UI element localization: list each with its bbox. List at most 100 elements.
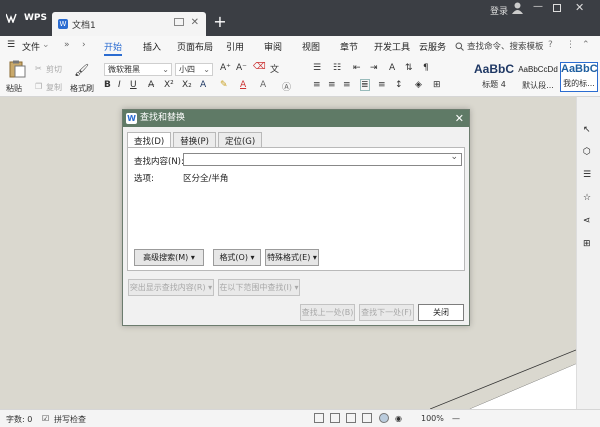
cut-icon[interactable]: ✂ [35, 64, 42, 73]
document-tab[interactable]: W 文档1 ✕ [52, 12, 206, 36]
tab-replace[interactable]: 替换(P) [173, 132, 216, 148]
maximize-button[interactable] [553, 4, 561, 12]
bold-icon[interactable]: B [104, 80, 111, 90]
monitor-icon[interactable] [174, 18, 184, 26]
cut-label[interactable]: 剪切 [46, 64, 62, 75]
close-window-button[interactable]: ✕ [575, 1, 584, 14]
more-options-icon[interactable]: ⋮ [566, 40, 575, 50]
menu-item-insert[interactable]: 插入 [143, 40, 161, 53]
copy-icon[interactable]: ❐ [35, 82, 42, 91]
minimize-button[interactable]: — [533, 1, 543, 12]
select-cursor-icon[interactable]: ↖ [583, 125, 594, 136]
web-view-icon[interactable] [379, 413, 389, 423]
menu-item-view[interactable]: 视图 [302, 40, 320, 53]
menu-item-page-layout[interactable]: 页面布局 [177, 40, 213, 53]
distribute-icon[interactable]: ≡ [378, 80, 386, 90]
text-effect-icon[interactable]: A [200, 80, 206, 90]
shapes-icon[interactable]: ⬡ [583, 147, 594, 158]
shrink-font-icon[interactable]: A⁻ [236, 63, 247, 73]
numbered-list-icon[interactable]: ☷ [333, 63, 341, 73]
menu-item-references[interactable]: 引用 [226, 40, 244, 53]
new-tab-button[interactable]: + [211, 14, 229, 32]
close-button[interactable]: 关闭 [418, 304, 464, 321]
wps-logo[interactable]: WPS [6, 13, 47, 23]
font-color-icon[interactable]: A [240, 80, 246, 90]
zoom-level[interactable]: 100% [421, 414, 444, 423]
outline-view-icon[interactable] [346, 413, 356, 423]
find-in-range-button[interactable]: 在以下范围中查找(I) ▾ [218, 279, 300, 296]
format-button[interactable]: 格式(O) ▾ [213, 249, 261, 266]
help-icon[interactable]: ? [548, 40, 553, 50]
fullscreen-icon[interactable] [314, 413, 324, 423]
menu-item-developer[interactable]: 开发工具 [374, 40, 410, 53]
sort-icon[interactable]: ⇅ [405, 63, 413, 73]
special-format-button[interactable]: 特殊格式(E) ▾ [265, 249, 319, 266]
grid-apps-icon[interactable]: ⊞ [583, 239, 594, 250]
format-painter-icon[interactable]: 🖌 [74, 63, 89, 77]
char-shading-icon[interactable]: A [260, 80, 266, 90]
user-avatar-icon[interactable] [512, 2, 523, 14]
char-border-icon[interactable]: Ⓐ [282, 80, 291, 93]
format-painter-label[interactable]: 格式刷 [70, 83, 94, 94]
style-heading4[interactable]: AaBbC 标题 4 [474, 62, 514, 92]
menu-item-cloud[interactable]: 云服务 [419, 40, 446, 53]
find-previous-button[interactable]: 查找上一处(B) [300, 304, 355, 321]
more-menu-button[interactable]: » [64, 40, 70, 50]
clear-format-icon[interactable]: ⌫ [253, 62, 266, 72]
paste-icon[interactable] [6, 60, 28, 78]
underline-icon[interactable]: U [130, 80, 137, 90]
highlight-icon[interactable]: ✎ [220, 80, 228, 90]
spell-check-icon[interactable]: ☑ [42, 414, 49, 423]
strikethrough-icon[interactable]: A̶ [148, 80, 154, 90]
menu-item-start[interactable]: 开始 [104, 40, 123, 56]
justify-icon[interactable]: ≣ [360, 79, 370, 91]
align-left-icon[interactable]: ≡ [313, 80, 321, 90]
find-history-dropdown-icon[interactable]: ⌄ [450, 152, 458, 162]
zoom-out-icon[interactable]: — [452, 414, 460, 423]
hamburger-menu-icon[interactable]: ☰ [7, 40, 15, 50]
subscript-icon[interactable]: X₂ [182, 80, 192, 90]
bullet-list-icon[interactable]: ☰ [313, 63, 321, 73]
spell-check-label[interactable]: 拼写检查 [54, 414, 86, 425]
login-link[interactable]: 登录 [490, 4, 508, 17]
tab-goto[interactable]: 定位(G) [217, 132, 263, 148]
line-spacing-icon[interactable]: ↕ [395, 80, 403, 90]
align-right-icon[interactable]: ≡ [343, 80, 351, 90]
font-name-select[interactable]: 微软雅黑 ⌄ [104, 63, 172, 76]
menu-item-review[interactable]: 审阅 [264, 40, 282, 53]
paste-label[interactable]: 粘贴 [6, 83, 22, 94]
advanced-search-button[interactable]: 高级搜索(M) ▾ [134, 249, 204, 266]
menu-chevron-icon[interactable]: › [82, 40, 86, 50]
borders-icon[interactable]: ⊞ [433, 80, 441, 90]
copy-label[interactable]: 复制 [46, 82, 62, 93]
find-next-button[interactable]: 查找下一处(F) [359, 304, 414, 321]
chinese-layout-icon[interactable]: A [389, 63, 395, 73]
find-input[interactable]: ⌄ [183, 152, 462, 166]
menu-file[interactable]: 文件 [22, 40, 40, 53]
show-marks-icon[interactable]: ¶ [423, 63, 429, 73]
settings-sliders-icon[interactable]: ☰ [583, 170, 594, 181]
read-view-icon[interactable] [362, 413, 372, 423]
collapse-ribbon-icon[interactable]: ⌃ [582, 40, 590, 50]
dialog-titlebar[interactable]: W 查找和替换 ✕ [123, 110, 469, 127]
page-view-icon[interactable] [330, 413, 340, 423]
dialog-close-icon[interactable]: ✕ [455, 110, 464, 127]
italic-icon[interactable]: I [118, 80, 121, 90]
eye-protect-icon[interactable]: ◉ [395, 414, 402, 423]
align-center-icon[interactable]: ≡ [328, 80, 336, 90]
shading-icon[interactable]: ◈ [415, 80, 422, 90]
increase-indent-icon[interactable]: ⇥ [370, 63, 378, 73]
pinyin-guide-icon[interactable]: 文 [270, 62, 279, 75]
style-default[interactable]: AaBbCcDd 默认段... [518, 62, 558, 92]
command-search[interactable]: 查找命令、搜索模板 [455, 40, 544, 52]
star-icon[interactable]: ☆ [583, 193, 594, 204]
highlight-found-button[interactable]: 突出显示查找内容(R) ▾ [128, 279, 214, 296]
close-tab-icon[interactable]: ✕ [191, 17, 199, 28]
superscript-icon[interactable]: X² [164, 80, 174, 90]
file-dropdown-icon[interactable]: ⌄ [42, 40, 50, 50]
share-icon[interactable]: ⋖ [583, 216, 594, 227]
font-size-select[interactable]: 小四 ⌄ [175, 63, 213, 76]
decrease-indent-icon[interactable]: ⇤ [353, 63, 361, 73]
menu-item-chapter[interactable]: 章节 [340, 40, 358, 53]
grow-font-icon[interactable]: A⁺ [220, 63, 231, 73]
